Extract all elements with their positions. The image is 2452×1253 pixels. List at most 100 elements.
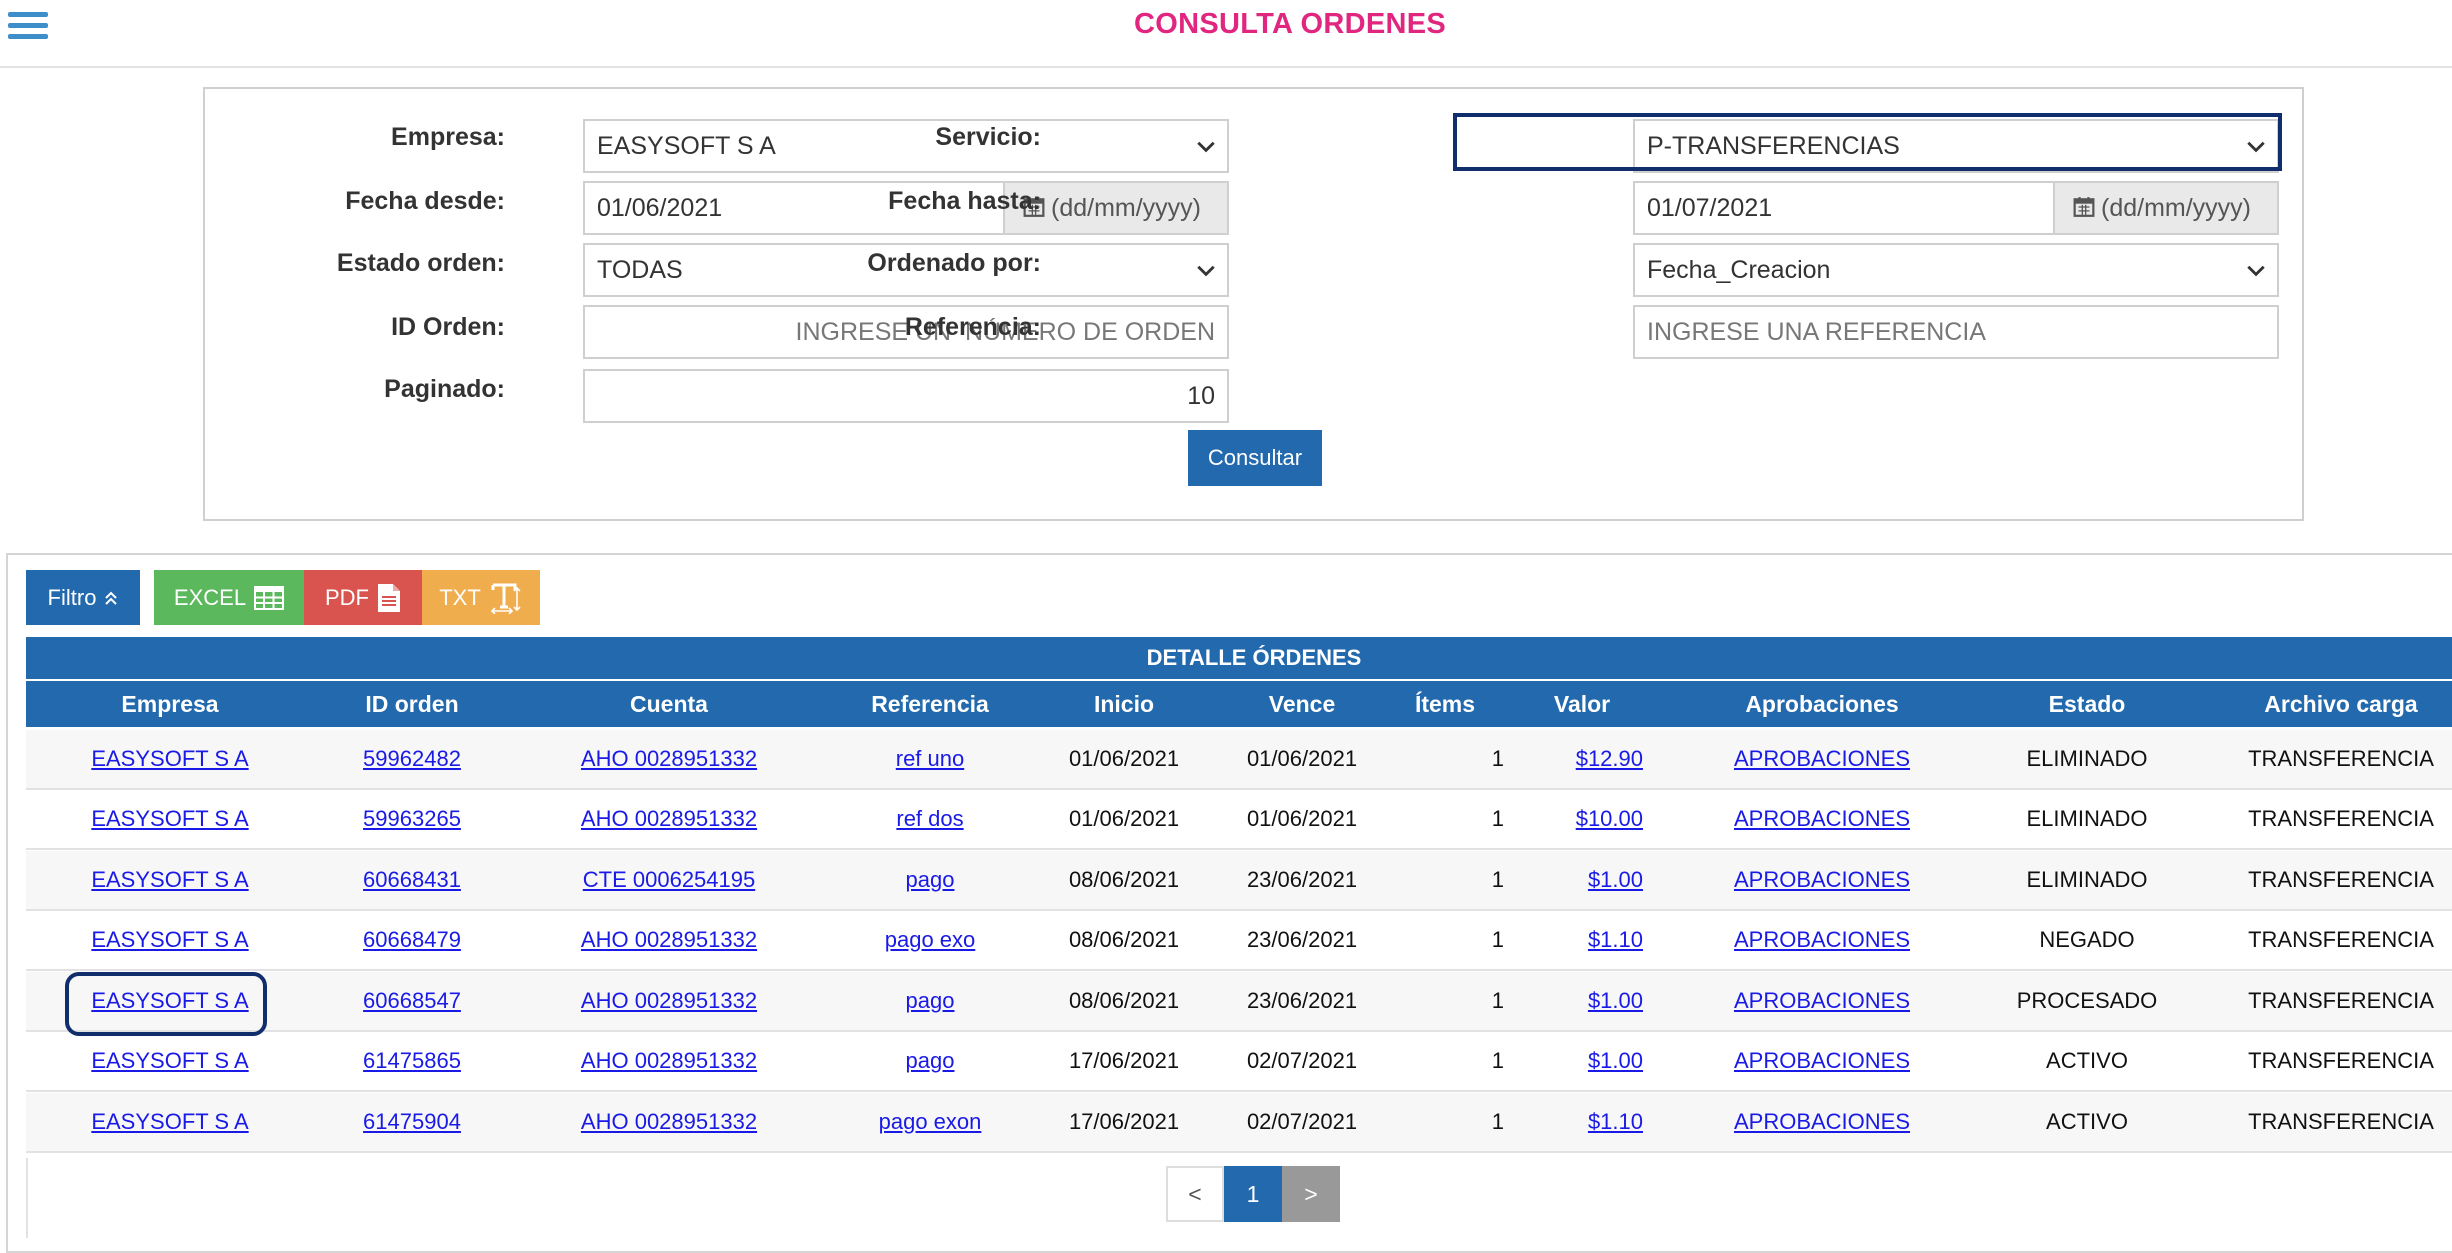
filtro-label: Filtro [47, 584, 97, 610]
vence-cell: 01/06/2021 [1246, 806, 1358, 831]
id-orden-link[interactable]: 61475865 [363, 1032, 461, 1090]
referencia-link[interactable]: pago exon [879, 1093, 982, 1151]
table-row: EASYSOFT S A 61475904 AHO 0028951332 pago e… [26, 1093, 2452, 1153]
fecha-hasta-calendar-addon[interactable]: (dd/mm/yyyy) [2053, 181, 2279, 235]
fecha-hasta-value: 01/07/2021 [1647, 194, 1773, 222]
fecha-hasta-input[interactable]: 01/07/2021 [1633, 181, 2055, 235]
id-orden-link[interactable]: 60668547 [363, 972, 461, 1030]
servicio-highlight-box [1453, 113, 2282, 171]
aprobaciones-link[interactable]: APROBACIONES [1734, 790, 1910, 848]
vence-cell: 02/07/2021 [1246, 1048, 1358, 1073]
cuenta-link[interactable]: AHO 0028951332 [581, 1032, 757, 1090]
referencia-link[interactable]: pago [906, 851, 955, 909]
cuenta-link[interactable]: AHO 0028951332 [581, 790, 757, 848]
aprobaciones-link[interactable]: APROBACIONES [1734, 851, 1910, 909]
cuenta-link[interactable]: CTE 0006254195 [583, 851, 755, 909]
estado-cell: ACTIVO [2046, 1048, 2128, 1073]
referencia-link[interactable]: ref dos [896, 790, 963, 848]
table-row: EASYSOFT S A 60668479 AHO 0028951332 pago e… [26, 911, 2452, 971]
referencia-input[interactable]: INGRESE UNA REFERENCIA [1633, 305, 2279, 359]
column-header[interactable]: Ítems [1415, 681, 1475, 727]
estado-cell: ELIMINADO [2026, 806, 2148, 831]
id-orden-link[interactable]: 61475904 [363, 1093, 461, 1151]
items-cell: 1 [1491, 988, 1504, 1013]
referencia-link[interactable]: pago [906, 1032, 955, 1090]
valor-link[interactable]: $12.90 [1576, 730, 1643, 788]
chevron-down-icon [1197, 265, 1215, 277]
txt-button[interactable]: TXT [422, 570, 540, 625]
consultar-button[interactable]: Consultar [1188, 430, 1322, 486]
inicio-cell: 08/06/2021 [1068, 867, 1180, 892]
archivo-carga-cell: TRANSFERENCIA [2248, 867, 2434, 892]
previous-page-button[interactable]: < [1166, 1166, 1224, 1222]
referencia-link[interactable]: pago exo [885, 911, 976, 969]
column-header[interactable]: Vence [1269, 681, 1336, 727]
column-header[interactable]: Inicio [1094, 681, 1154, 727]
table-icon [254, 585, 285, 610]
table-row: EASYSOFT S A 59962482 AHO 0028951332 ref un… [26, 730, 2452, 790]
calendar-icon [2073, 197, 2095, 218]
column-header[interactable]: Referencia [871, 681, 989, 727]
id-orden-link[interactable]: 59963265 [363, 790, 461, 848]
ordenado-por-value: Fecha_Creacion [1647, 256, 1831, 284]
filtro-button[interactable]: Filtro [26, 570, 140, 625]
valor-link[interactable]: $1.00 [1588, 1032, 1643, 1090]
id-orden-link[interactable]: 60668431 [363, 851, 461, 909]
empresa-link[interactable]: EASYSOFT S A [91, 730, 248, 788]
cuenta-link[interactable]: AHO 0028951332 [581, 1093, 757, 1151]
column-header[interactable]: Aprobaciones [1745, 681, 1898, 727]
cuenta-link[interactable]: AHO 0028951332 [581, 730, 757, 788]
valor-link[interactable]: $1.10 [1588, 1093, 1643, 1151]
empresa-link[interactable]: EASYSOFT S A [91, 1032, 248, 1090]
chevron-down-icon [2247, 265, 2265, 277]
estado-cell: PROCESADO [2016, 988, 2158, 1013]
valor-link[interactable]: $10.00 [1576, 790, 1643, 848]
pdf-button[interactable]: PDF [304, 570, 422, 625]
empresa-link[interactable]: EASYSOFT S A [91, 911, 248, 969]
aprobaciones-link[interactable]: APROBACIONES [1734, 730, 1910, 788]
column-header[interactable]: Empresa [121, 681, 218, 727]
id-orden-link[interactable]: 59962482 [363, 730, 461, 788]
vence-cell: 23/06/2021 [1246, 927, 1358, 952]
empresa-link[interactable]: EASYSOFT S A [91, 1093, 248, 1151]
paginado-input[interactable]: 10 [583, 369, 1229, 423]
empresa-link[interactable]: EASYSOFT S A [91, 851, 248, 909]
fecha-desde-format: (dd/mm/yyyy) [1051, 194, 1201, 222]
valor-link[interactable]: $1.00 [1588, 972, 1643, 1030]
excel-button[interactable]: EXCEL [154, 570, 304, 625]
id-orden-link[interactable]: 60668479 [363, 911, 461, 969]
current-page-button[interactable]: 1 [1224, 1166, 1282, 1222]
page-title: CONSULTA ORDENES [1134, 8, 1446, 40]
referencia-link[interactable]: ref uno [896, 730, 965, 788]
pagination: < 1 > [1166, 1166, 1340, 1222]
cuenta-link[interactable]: AHO 0028951332 [581, 972, 757, 1030]
estado-cell: ELIMINADO [2026, 867, 2148, 892]
document-icon [378, 583, 400, 612]
empresa-select[interactable]: EASYSOFT S A [583, 119, 1229, 173]
referencia-link[interactable]: pago [906, 972, 955, 1030]
pdf-label: PDF [325, 584, 369, 610]
empresa-label: Empresa: [391, 123, 505, 151]
column-header[interactable]: Valor [1554, 681, 1610, 727]
estado-cell: ACTIVO [2046, 1109, 2128, 1134]
ordenado-por-select[interactable]: Fecha_Creacion [1633, 243, 2279, 297]
vence-cell: 23/06/2021 [1246, 867, 1358, 892]
aprobaciones-link[interactable]: APROBACIONES [1734, 1032, 1910, 1090]
chevron-double-up-icon [105, 591, 118, 605]
archivo-carga-cell: TRANSFERENCIA [2248, 927, 2434, 952]
valor-link[interactable]: $1.10 [1588, 911, 1643, 969]
aprobaciones-link[interactable]: APROBACIONES [1734, 1093, 1910, 1151]
column-header[interactable]: Archivo carga [2264, 681, 2417, 727]
valor-link[interactable]: $1.00 [1588, 851, 1643, 909]
column-header[interactable]: Estado [2049, 681, 2126, 727]
cuenta-link[interactable]: AHO 0028951332 [581, 911, 757, 969]
table-title-bar: DETALLE ÓRDENES [26, 637, 2452, 679]
aprobaciones-link[interactable]: APROBACIONES [1734, 911, 1910, 969]
column-header[interactable]: Cuenta [630, 681, 708, 727]
items-cell: 1 [1491, 927, 1504, 952]
empresa-link[interactable]: EASYSOFT S A [91, 790, 248, 848]
aprobaciones-link[interactable]: APROBACIONES [1734, 972, 1910, 1030]
next-page-button[interactable]: > [1282, 1166, 1340, 1222]
inicio-cell: 01/06/2021 [1068, 806, 1180, 831]
column-header[interactable]: ID orden [365, 681, 458, 727]
